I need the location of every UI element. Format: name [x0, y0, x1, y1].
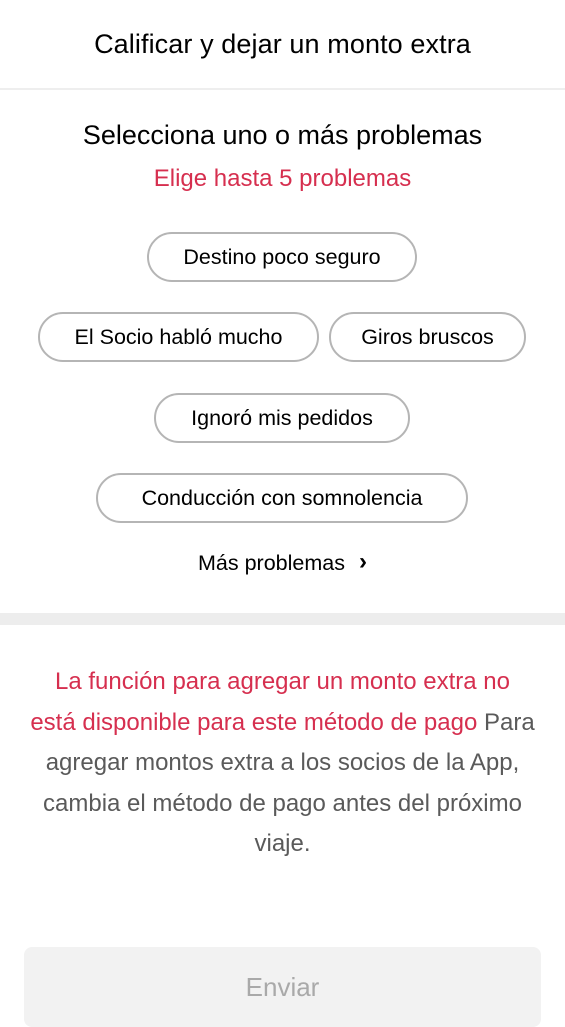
problems-title: Selecciona uno o más problemas — [82, 120, 483, 150]
more-problems-link[interactable]: Más problemas › — [0, 548, 565, 576]
page-title: Calificar y dejar un monto extra — [94, 28, 471, 59]
chevron-right-icon: › — [358, 548, 367, 575]
section-divider — [0, 613, 565, 625]
tip-unavailable-notice: La función para agregar un monto extra n… — [30, 662, 535, 865]
chip-ignored-requests[interactable]: Ignoró mis pedidos — [154, 393, 410, 443]
sheet-header: Calificar y dejar un monto extra — [0, 0, 565, 90]
chip-sudden-turns[interactable]: Giros bruscos — [329, 312, 526, 362]
tip-unavailable-warning: La función para agregar un monto extra n… — [30, 668, 510, 736]
rating-sheet: Calificar y dejar un monto extra Selecci… — [0, 0, 565, 1027]
problems-limit-text: Elige hasta 5 problemas — [153, 165, 412, 192]
submit-button[interactable]: Enviar — [24, 947, 541, 1027]
chip-unsafe-destination[interactable]: Destino poco seguro — [147, 232, 417, 282]
chip-drowsy-driving[interactable]: Conducción con somnolencia — [96, 473, 468, 523]
chip-talked-too-much[interactable]: El Socio habló mucho — [38, 312, 319, 362]
more-problems-label: Más problemas — [198, 550, 345, 575]
